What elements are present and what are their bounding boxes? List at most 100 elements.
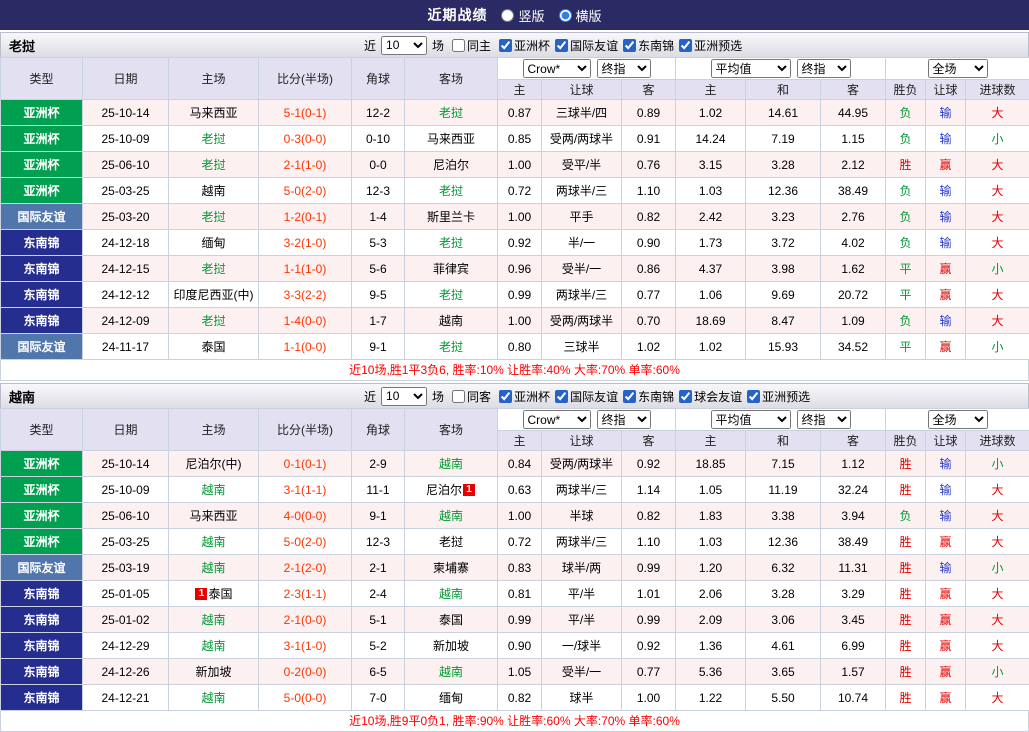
odds-draw: 12.36 — [746, 529, 821, 555]
vertical-layout-radio[interactable] — [501, 9, 514, 22]
match-date: 25-10-14 — [83, 451, 169, 477]
handicap-home-odds: 0.82 — [498, 685, 542, 711]
handicap-line: 半/一 — [542, 230, 622, 256]
final-index-select[interactable]: 终指 — [597, 410, 651, 429]
recent-count-select[interactable]: 10 — [381, 387, 427, 406]
odds-away: 4.02 — [821, 230, 886, 256]
competition-filter[interactable]: 国际友谊 — [555, 37, 618, 54]
final-index-select[interactable]: 终指 — [797, 410, 851, 429]
recent-count-select[interactable]: 10 — [381, 36, 427, 55]
match-type-badge: 东南锦 — [1, 256, 83, 282]
handicap-home-odds: 1.00 — [498, 308, 542, 334]
handicap-home-odds: 0.99 — [498, 607, 542, 633]
handicap-result-cell: 赢 — [926, 334, 966, 360]
handicap-away-odds: 0.76 — [622, 152, 676, 178]
competition-filter-checkbox[interactable] — [555, 390, 568, 403]
handicap-result-cell: 赢 — [926, 152, 966, 178]
away-team-name: 老挝 — [439, 184, 463, 198]
handicap-line: 受平/半 — [542, 152, 622, 178]
goals-cell: 大 — [966, 308, 1029, 334]
match-date: 25-01-02 — [83, 607, 169, 633]
same-venue-checkbox[interactable] — [452, 390, 465, 403]
odds-draw: 3.28 — [746, 152, 821, 178]
average-odds-select[interactable]: 平均值 — [711, 59, 791, 78]
handicap-home-odds: 0.85 — [498, 126, 542, 152]
home-team-cell: 越南 — [169, 178, 259, 204]
goals-cell: 大 — [966, 529, 1029, 555]
match-type-badge: 东南锦 — [1, 633, 83, 659]
odds-away: 1.15 — [821, 126, 886, 152]
competition-filter-label: 国际友谊 — [570, 388, 618, 405]
corners: 5-3 — [352, 230, 405, 256]
competition-filter-checkbox[interactable] — [555, 39, 568, 52]
same-venue-filter[interactable]: 同客 — [452, 388, 491, 405]
horizontal-layout-radio[interactable] — [559, 9, 572, 22]
layout-option-horizontal[interactable]: 横版 — [559, 6, 602, 25]
odds-company-select[interactable]: Crow* — [523, 410, 591, 429]
home-team-name: 老挝 — [201, 314, 225, 328]
handicap-home-odds: 0.81 — [498, 581, 542, 607]
match-row: 亚洲杯25-06-10老挝2-1(1-0)0-0尼泊尔1.00受平/半0.763… — [1, 152, 1029, 178]
match-score: 3-1(1-1) — [259, 477, 352, 503]
handicap-line: 三球半 — [542, 334, 622, 360]
odds-away: 3.45 — [821, 607, 886, 633]
vertical-layout-label: 竖版 — [518, 6, 544, 25]
competition-filter-checkbox[interactable] — [499, 390, 512, 403]
handicap-line: 半球 — [542, 503, 622, 529]
competition-filter-checkbox[interactable] — [679, 39, 692, 52]
handicap-away-odds: 0.77 — [622, 659, 676, 685]
col-header-handicap-result: 让球 — [926, 431, 966, 451]
handicap-line: 三球半/四 — [542, 100, 622, 126]
corners: 9-1 — [352, 503, 405, 529]
goals-cell: 小 — [966, 126, 1029, 152]
competition-filter[interactable]: 亚洲预选 — [679, 37, 742, 54]
handicap-line: 受两/两球半 — [542, 126, 622, 152]
competition-filter-checkbox[interactable] — [747, 390, 760, 403]
match-date: 25-06-10 — [83, 503, 169, 529]
odds-home: 5.36 — [676, 659, 746, 685]
result-cell: 胜 — [886, 581, 926, 607]
full-match-select[interactable]: 全场 — [928, 410, 988, 429]
competition-filter-checkbox[interactable] — [679, 390, 692, 403]
away-team-name: 马来西亚 — [427, 132, 475, 146]
result-cell: 胜 — [886, 451, 926, 477]
odds-draw: 7.15 — [746, 451, 821, 477]
competition-filter[interactable]: 东南锦 — [623, 37, 674, 54]
full-match-select[interactable]: 全场 — [928, 59, 988, 78]
final-index-select[interactable]: 终指 — [597, 59, 651, 78]
same-venue-checkbox[interactable] — [452, 39, 465, 52]
odds-draw: 3.65 — [746, 659, 821, 685]
match-score: 4-0(0-0) — [259, 503, 352, 529]
competition-filter-checkbox[interactable] — [623, 39, 636, 52]
odds-home: 1.03 — [676, 529, 746, 555]
odds-draw: 3.38 — [746, 503, 821, 529]
away-team-cell: 越南 — [405, 451, 498, 477]
odds-home: 18.85 — [676, 451, 746, 477]
competition-filter-checkbox[interactable] — [623, 390, 636, 403]
home-team-cell: 越南 — [169, 633, 259, 659]
home-team-name: 越南 — [201, 613, 225, 627]
average-odds-select[interactable]: 平均值 — [711, 410, 791, 429]
competition-filter-checkbox[interactable] — [499, 39, 512, 52]
competition-filter[interactable]: 亚洲杯 — [499, 37, 550, 54]
same-venue-filter[interactable]: 同主 — [452, 37, 491, 54]
home-team-name: 尼泊尔(中) — [186, 457, 242, 471]
competition-filter[interactable]: 亚洲杯 — [499, 388, 550, 405]
match-score: 0-1(0-1) — [259, 451, 352, 477]
odds-company-select[interactable]: Crow* — [523, 59, 591, 78]
competition-filter[interactable]: 东南锦 — [623, 388, 674, 405]
match-row: 国际友谊25-03-20老挝1-2(0-1)1-4斯里兰卡1.00平手0.822… — [1, 204, 1029, 230]
goals-cell: 大 — [966, 477, 1029, 503]
competition-filter[interactable]: 球会友谊 — [679, 388, 742, 405]
away-team-name: 越南 — [439, 509, 463, 523]
away-team-name: 尼泊尔 — [426, 483, 462, 497]
final-index-select[interactable]: 终指 — [797, 59, 851, 78]
match-score: 1-4(0-0) — [259, 308, 352, 334]
layout-option-vertical[interactable]: 竖版 — [501, 6, 544, 25]
corners: 12-3 — [352, 529, 405, 555]
handicap-away-odds: 0.86 — [622, 256, 676, 282]
horizontal-layout-label: 横版 — [576, 6, 602, 25]
competition-filter[interactable]: 亚洲预选 — [747, 388, 810, 405]
competition-filter[interactable]: 国际友谊 — [555, 388, 618, 405]
goals-cell: 大 — [966, 581, 1029, 607]
